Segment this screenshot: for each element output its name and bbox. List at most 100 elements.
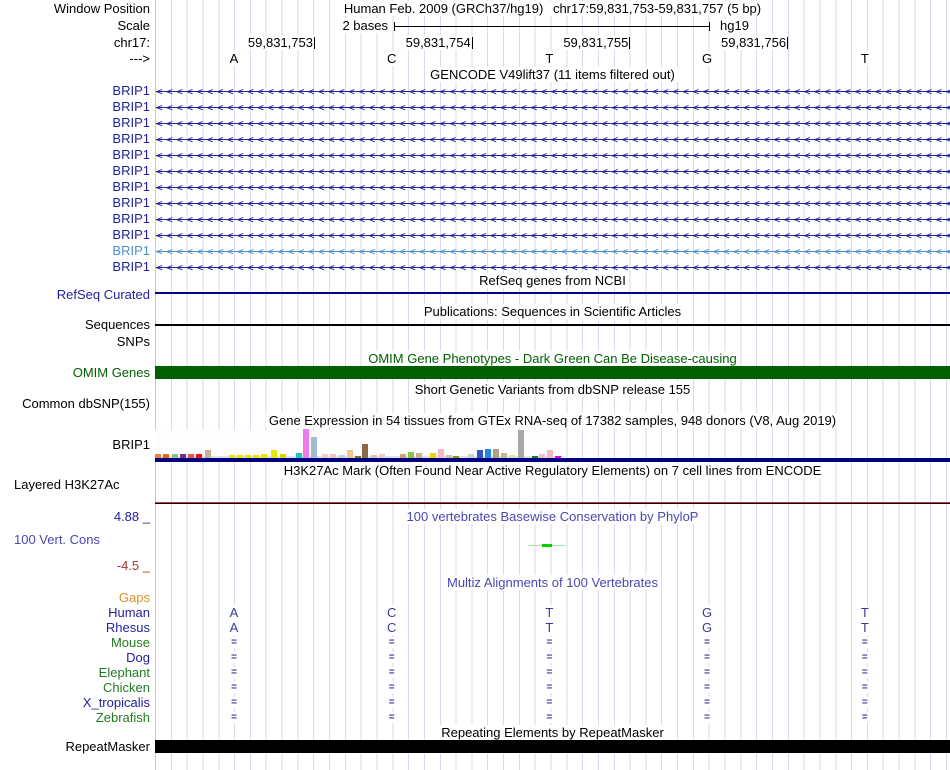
gene-label[interactable]: BRIP1 — [0, 99, 150, 115]
gtex-tissue-bar — [493, 449, 499, 458]
multiz-align-cell: = — [229, 652, 239, 663]
repeatmasker-label[interactable]: RepeatMasker — [0, 740, 150, 754]
gene-body[interactable]: <<<<<<<<<<<<<<<<<<<<<<<<<<<<<<<<<<<<<<<<… — [156, 131, 950, 147]
omim-title[interactable]: OMIM Gene Phenotypes - Dark Green Can Be… — [155, 351, 950, 366]
refseq-track-line[interactable] — [155, 292, 950, 294]
gtex-tissue-bar — [347, 450, 353, 458]
gene-label[interactable]: BRIP1 — [0, 115, 150, 131]
gene-label[interactable]: BRIP1 — [0, 211, 150, 227]
gene-transcript-row[interactable]: BRIP1 <<<<<<<<<<<<<<<<<<<<<<<<<<<<<<<<<<<… — [0, 163, 950, 179]
repeatmasker-title[interactable]: Repeating Elements by RepeatMasker — [155, 725, 950, 740]
gene-strand-arrows-icon: <<<<<<<<<<<<<<<<<<<<<<<<<<<<<<<<<<<<<<<<… — [156, 149, 950, 162]
gtex-expression-plot[interactable] — [155, 429, 562, 458]
scale-genome: hg19 — [718, 18, 751, 33]
gene-transcript-row[interactable]: BRIP1 <<<<<<<<<<<<<<<<<<<<<<<<<<<<<<<<<<<… — [0, 259, 950, 275]
conservation-title[interactable]: 100 vertebrates Basewise Conservation by… — [155, 509, 950, 524]
gene-strand-arrows-icon: <<<<<<<<<<<<<<<<<<<<<<<<<<<<<<<<<<<<<<<<… — [156, 85, 950, 98]
multiz-species-row: X_tropicalis = = = = = — [0, 695, 950, 710]
omim-genes-label[interactable]: OMIM Genes — [0, 366, 150, 380]
gene-transcript-row[interactable]: BRIP1 <<<<<<<<<<<<<<<<<<<<<<<<<<<<<<<<<<<… — [0, 83, 950, 99]
gene-transcript-row[interactable]: BRIP1 <<<<<<<<<<<<<<<<<<<<<<<<<<<<<<<<<<<… — [0, 243, 950, 259]
common-dbsnp-label[interactable]: Common dbSNP(155) — [0, 397, 150, 411]
gene-label[interactable]: BRIP1 — [0, 179, 150, 195]
refseq-curated-label[interactable]: RefSeq Curated — [0, 288, 150, 302]
layered-h3k27ac-label[interactable]: Layered H3K27Ac — [14, 478, 120, 492]
base-letter: A — [227, 51, 241, 66]
gene-strand-arrows-icon: <<<<<<<<<<<<<<<<<<<<<<<<<<<<<<<<<<<<<<<<… — [156, 117, 950, 130]
multiz-align-cell: = — [229, 637, 239, 648]
gene-body[interactable]: <<<<<<<<<<<<<<<<<<<<<<<<<<<<<<<<<<<<<<<<… — [156, 179, 950, 195]
multiz-species-label[interactable]: Dog — [0, 650, 150, 665]
multiz-align-cell: C — [384, 620, 399, 635]
gene-body[interactable]: <<<<<<<<<<<<<<<<<<<<<<<<<<<<<<<<<<<<<<<<… — [156, 243, 950, 259]
gtex-title[interactable]: Gene Expression in 54 tissues from GTEx … — [155, 413, 950, 428]
multiz-align-cell: = — [702, 697, 713, 708]
base-letter: C — [384, 51, 399, 66]
multiz-species-label[interactable]: Chicken — [0, 680, 150, 695]
multiz-gaps-label[interactable]: Gaps — [0, 591, 150, 605]
h3k27ac-line-black — [155, 503, 950, 504]
multiz-align-cell: A — [227, 620, 241, 635]
multiz-align-cell: G — [700, 605, 715, 620]
gene-transcript-row[interactable]: BRIP1 <<<<<<<<<<<<<<<<<<<<<<<<<<<<<<<<<<<… — [0, 131, 950, 147]
gene-transcript-row[interactable]: BRIP1 <<<<<<<<<<<<<<<<<<<<<<<<<<<<<<<<<<<… — [0, 227, 950, 243]
gene-label[interactable]: BRIP1 — [0, 147, 150, 163]
gene-transcript-row[interactable]: BRIP1 <<<<<<<<<<<<<<<<<<<<<<<<<<<<<<<<<<<… — [0, 115, 950, 131]
multiz-align-cell: T — [858, 620, 871, 635]
gene-body[interactable]: <<<<<<<<<<<<<<<<<<<<<<<<<<<<<<<<<<<<<<<<… — [156, 115, 950, 131]
multiz-species-label[interactable]: Zebrafish — [0, 710, 150, 725]
gencode-title[interactable]: GENCODE V49lift37 (11 items filtered out… — [155, 67, 950, 82]
gene-strand-arrows-icon: <<<<<<<<<<<<<<<<<<<<<<<<<<<<<<<<<<<<<<<<… — [156, 229, 950, 242]
dbsnp-title[interactable]: Short Genetic Variants from dbSNP releas… — [155, 382, 950, 397]
cons-min-label: -4.5 _ — [116, 558, 150, 573]
gene-body[interactable]: <<<<<<<<<<<<<<<<<<<<<<<<<<<<<<<<<<<<<<<<… — [156, 211, 950, 227]
multiz-species-label[interactable]: Mouse — [0, 635, 150, 650]
gene-body[interactable]: <<<<<<<<<<<<<<<<<<<<<<<<<<<<<<<<<<<<<<<<… — [156, 163, 950, 179]
multiz-align-cell: A — [227, 605, 241, 620]
publications-title[interactable]: Publications: Sequences in Scientific Ar… — [155, 304, 950, 319]
gene-label[interactable]: BRIP1 — [0, 259, 150, 275]
gene-transcript-row[interactable]: BRIP1 <<<<<<<<<<<<<<<<<<<<<<<<<<<<<<<<<<<… — [0, 99, 950, 115]
base-letter: G — [700, 51, 715, 66]
multiz-species-row: Rhesus A C T G T — [0, 620, 950, 635]
gene-label[interactable]: BRIP1 — [0, 83, 150, 99]
multiz-align-cell: = — [386, 637, 397, 648]
omim-gene-bar[interactable] — [155, 366, 950, 379]
multiz-species-label[interactable]: Human — [0, 605, 150, 620]
gene-body[interactable]: <<<<<<<<<<<<<<<<<<<<<<<<<<<<<<<<<<<<<<<<… — [156, 83, 950, 99]
gene-label[interactable]: BRIP1 — [0, 163, 150, 179]
multiz-species-label[interactable]: X_tropicalis — [0, 695, 150, 710]
multiz-align-cell: = — [702, 667, 713, 678]
multiz-align-cell: = — [229, 712, 239, 723]
h3k27ac-title[interactable]: H3K27Ac Mark (Often Found Near Active Re… — [155, 463, 950, 478]
vert-cons-label[interactable]: 100 Vert. Cons — [14, 533, 100, 547]
genome-browser: Window Position Human Feb. 2009 (GRCh37/… — [0, 0, 950, 770]
gene-label[interactable]: BRIP1 — [0, 243, 150, 259]
multiz-align-cell: = — [859, 652, 870, 663]
multiz-align-cell: = — [544, 712, 555, 723]
gene-transcript-row[interactable]: BRIP1 <<<<<<<<<<<<<<<<<<<<<<<<<<<<<<<<<<<… — [0, 147, 950, 163]
multiz-align-cell: = — [544, 667, 555, 678]
gene-label[interactable]: BRIP1 — [0, 131, 150, 147]
gene-label[interactable]: BRIP1 — [0, 195, 150, 211]
multiz-title[interactable]: Multiz Alignments of 100 Vertebrates — [155, 575, 950, 590]
sequences-track-line[interactable] — [155, 324, 950, 326]
gene-transcript-row[interactable]: BRIP1 <<<<<<<<<<<<<<<<<<<<<<<<<<<<<<<<<<<… — [0, 195, 950, 211]
refseq-title[interactable]: RefSeq genes from NCBI — [155, 273, 950, 288]
snps-label[interactable]: SNPs — [0, 335, 150, 349]
gtex-gene-label[interactable]: BRIP1 — [0, 438, 150, 452]
gene-body[interactable]: <<<<<<<<<<<<<<<<<<<<<<<<<<<<<<<<<<<<<<<<… — [156, 227, 950, 243]
sequences-label[interactable]: Sequences — [0, 318, 150, 332]
gene-label[interactable]: BRIP1 — [0, 227, 150, 243]
repeatmasker-bar[interactable] — [155, 740, 950, 753]
gene-transcript-row[interactable]: BRIP1 <<<<<<<<<<<<<<<<<<<<<<<<<<<<<<<<<<<… — [0, 211, 950, 227]
multiz-species-label[interactable]: Rhesus — [0, 620, 150, 635]
gene-body[interactable]: <<<<<<<<<<<<<<<<<<<<<<<<<<<<<<<<<<<<<<<<… — [156, 147, 950, 163]
gtex-tissue-bar — [485, 449, 491, 458]
multiz-species-label[interactable]: Elephant — [0, 665, 150, 680]
multiz-species-row: Human A C T G T — [0, 605, 950, 620]
gene-body[interactable]: <<<<<<<<<<<<<<<<<<<<<<<<<<<<<<<<<<<<<<<<… — [156, 195, 950, 211]
multiz-align-cell: G — [700, 620, 715, 635]
gene-transcript-row[interactable]: BRIP1 <<<<<<<<<<<<<<<<<<<<<<<<<<<<<<<<<<<… — [0, 179, 950, 195]
gene-body[interactable]: <<<<<<<<<<<<<<<<<<<<<<<<<<<<<<<<<<<<<<<<… — [156, 99, 950, 115]
